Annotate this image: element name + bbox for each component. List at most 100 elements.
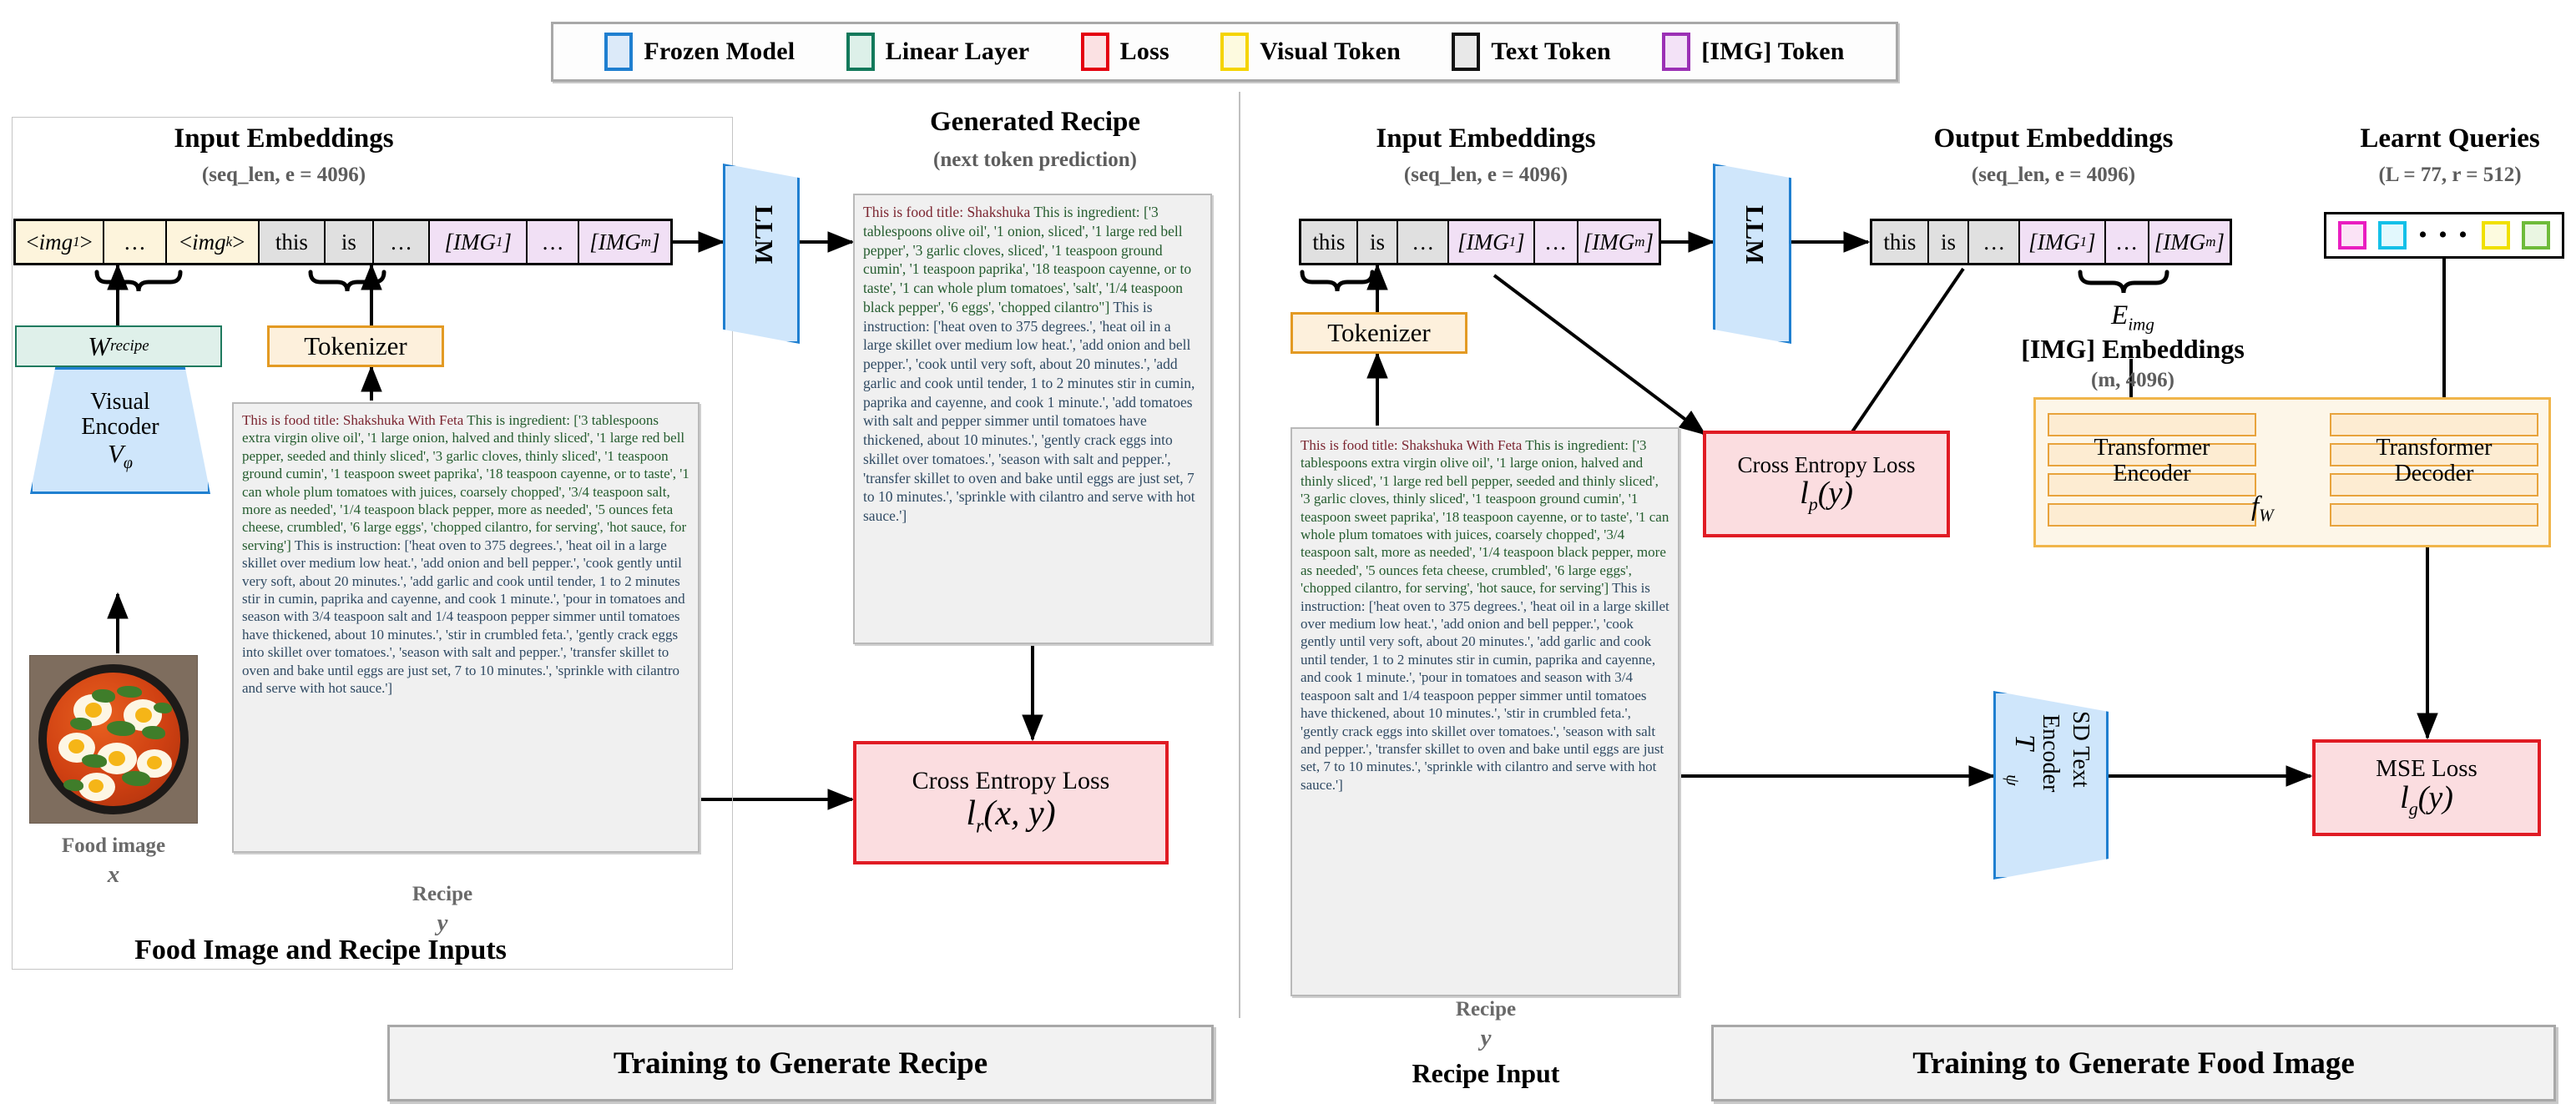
learnt-queries-shape: (L = 77, r = 512) bbox=[2378, 164, 2522, 186]
right-banner-label: Training to Generate Food Image bbox=[1912, 1046, 2355, 1081]
learnt-queries-title: Learnt Queries bbox=[2360, 123, 2540, 154]
e-img-symbol-group: Eimg bbox=[2053, 300, 2212, 335]
learnt-query-swatch-2 bbox=[2378, 221, 2407, 250]
mse-loss-box: MSE Loss lg(y) bbox=[2312, 739, 2541, 836]
right-banner: Training to Generate Food Image bbox=[1711, 1025, 2556, 1101]
cross-entropy-loss-recipe-box: Cross Entropy Loss lr(x, y) bbox=[853, 741, 1169, 864]
visual-encoder-line2: Encoder bbox=[81, 414, 159, 441]
legend-item-linear-layer: Linear Layer bbox=[846, 33, 1030, 71]
visual-encoder-symbol: V bbox=[107, 439, 124, 469]
e-img-symbol: E bbox=[2111, 300, 2129, 330]
token-img-k: < img k > bbox=[166, 221, 260, 263]
right-tokenizer-label: Tokenizer bbox=[1327, 318, 1431, 347]
transformer-fw-module: Transformer Encoder Transformer Decoder … bbox=[2033, 397, 2551, 547]
frozen-model-swatch bbox=[604, 33, 634, 71]
learnt-query-swatch-1 bbox=[2338, 221, 2367, 250]
loss-recipe-subscript: r bbox=[976, 815, 984, 838]
e-img-subscript: img bbox=[2128, 314, 2154, 335]
visual-encoder-subscript: φ bbox=[123, 454, 133, 473]
legend-item-img-token: [IMG] Token bbox=[1662, 33, 1844, 71]
sd-text-encoder-line2: Encoder bbox=[2038, 714, 2063, 793]
ce-loss-p-args: (y) bbox=[1817, 476, 1853, 512]
ce-loss-p-subscript: p bbox=[1808, 493, 1818, 515]
token-is: is bbox=[326, 221, 374, 263]
out-token-img-1: [IMG 1] bbox=[2020, 221, 2106, 263]
generated-recipe-instructions: This is instruction: ['heat oven to 375 … bbox=[863, 298, 1195, 524]
f-w-symbol-group: fW bbox=[2251, 491, 2274, 527]
loss-recipe-symbol: l bbox=[966, 794, 977, 833]
legend: Frozen Model Linear Layer Loss Visual To… bbox=[551, 22, 1898, 82]
right-recipe-instructions: This is instruction: ['heat oven to 375 … bbox=[1301, 580, 1669, 793]
legend-label-text-token: Text Token bbox=[1491, 38, 1611, 65]
ce-loss-p-title: Cross Entropy Loss bbox=[1737, 451, 1916, 477]
right-recipe-input-caption: Recipe Input bbox=[1412, 1058, 1560, 1088]
right-token-img-1: [IMG 1] bbox=[1449, 221, 1535, 263]
legend-item-visual-token: Visual Token bbox=[1220, 33, 1401, 71]
f-w-subscript: W bbox=[2259, 505, 2274, 526]
transformer-encoder-line1: Transformer bbox=[2094, 435, 2210, 461]
legend-label-frozen-model: Frozen Model bbox=[644, 38, 796, 65]
right-recipe-variable: y bbox=[1480, 1025, 1492, 1051]
right-input-embeddings-subtitle: (seq_len, e = 4096) bbox=[1403, 164, 1568, 186]
right-tokenizer-box: Tokenizer bbox=[1291, 312, 1467, 354]
transformer-decoder-line1: Transformer bbox=[2376, 435, 2493, 461]
f-w-symbol: f bbox=[2251, 491, 2260, 522]
sd-text-encoder-subscript: ψ bbox=[2003, 774, 2023, 786]
out-token-img-ellipsis: … bbox=[2105, 221, 2149, 263]
out-token-text-ellipsis: … bbox=[1969, 221, 2021, 263]
output-embeddings-subtitle: (seq_len, e = 4096) bbox=[1971, 164, 2136, 186]
left-banner: Training to Generate Recipe bbox=[387, 1025, 1214, 1101]
right-recipe-input-pane: This is food title: Shakshuka With Feta … bbox=[1291, 427, 1679, 996]
loss-recipe-args: (x, y) bbox=[983, 794, 1056, 833]
left-recipe-instructions: This is instruction: ['heat oven to 375 … bbox=[242, 537, 685, 697]
sd-text-encoder-line1: SD Text bbox=[2068, 711, 2094, 788]
left-panel-caption: Food Image and Recipe Inputs bbox=[134, 935, 507, 965]
transformer-decoder-block: Transformer Decoder bbox=[2330, 413, 2538, 530]
generated-recipe-pane: This is food title: Shakshuka This is in… bbox=[853, 194, 1212, 644]
cross-entropy-loss-recipe-title: Cross Entropy Loss bbox=[912, 767, 1110, 795]
transformer-encoder-block: Transformer Encoder bbox=[2048, 413, 2256, 530]
w-recipe-linear-layer: Wrecipe bbox=[15, 325, 222, 367]
out-token-img-m: [IMG m] bbox=[2149, 221, 2230, 263]
left-recipe-variable: y bbox=[437, 910, 448, 936]
left-tokenizer-label: Tokenizer bbox=[304, 331, 407, 360]
mse-loss-args: (y) bbox=[2417, 780, 2453, 816]
output-token-strip: this is … [IMG 1] … [IMG m] bbox=[1870, 219, 2232, 265]
transformer-encoder-line2: Encoder bbox=[2113, 461, 2191, 487]
left-input-token-strip: < img 1 > … < img k > this is … [IMG 1] … [IMG m… bbox=[13, 219, 673, 265]
visual-token-swatch bbox=[1220, 33, 1250, 71]
learnt-query-swatch-4 bbox=[2521, 221, 2550, 250]
token-img-ellipsis: … bbox=[104, 221, 167, 263]
left-recipe-input-pane: This is food title: Shakshuka With Feta … bbox=[232, 402, 700, 853]
left-recipe-caption: Recipe bbox=[412, 883, 473, 905]
right-input-token-strip: this is … [IMG 1] … [IMG m] bbox=[1299, 219, 1661, 265]
linear-layer-swatch bbox=[846, 33, 875, 71]
legend-label-visual-token: Visual Token bbox=[1260, 38, 1402, 65]
out-token-this: this bbox=[1872, 221, 1929, 263]
mse-loss-subscript: g bbox=[2408, 798, 2418, 819]
token-imgtoken-ellipsis: … bbox=[528, 221, 579, 263]
food-image-variable: x bbox=[107, 861, 120, 888]
generated-recipe-subtitle: (next token prediction) bbox=[933, 149, 1137, 171]
learnt-queries-box: • • • bbox=[2324, 212, 2564, 259]
right-token-img-ellipsis: … bbox=[1534, 221, 1578, 263]
right-token-img-m: [IMG m] bbox=[1578, 221, 1659, 263]
right-llm-label: LLM bbox=[1740, 205, 1770, 265]
img-embeddings-title: [IMG] Embeddings bbox=[2021, 334, 2245, 364]
legend-item-loss: Loss bbox=[1080, 33, 1169, 71]
right-token-text-ellipsis: … bbox=[1398, 221, 1450, 263]
text-token-swatch bbox=[1452, 33, 1481, 71]
mse-loss-symbol: l bbox=[2400, 780, 2409, 816]
panel-divider bbox=[1239, 92, 1240, 1018]
loss-swatch bbox=[1080, 33, 1109, 71]
generated-recipe-title-text: This is food title: Shakshuka bbox=[863, 204, 1034, 220]
right-input-embeddings-title: Input Embeddings bbox=[1376, 123, 1596, 154]
right-recipe-caption: Recipe bbox=[1455, 998, 1517, 1021]
legend-item-text-token: Text Token bbox=[1452, 33, 1611, 71]
sd-text-encoder-symbol: T bbox=[2009, 734, 2040, 750]
left-recipe-ingredients: This is ingredient: ['3 tablespoons extr… bbox=[242, 412, 689, 553]
img-token-swatch bbox=[1662, 33, 1691, 71]
w-recipe-subscript: recipe bbox=[109, 337, 149, 355]
left-input-embeddings-title: Input Embeddings bbox=[174, 123, 394, 154]
ce-loss-p-symbol: l bbox=[1800, 476, 1809, 512]
